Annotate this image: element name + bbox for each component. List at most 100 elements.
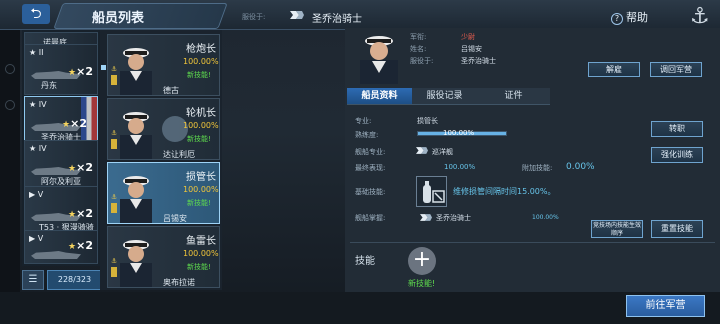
- anchor-icon: ⚓: [111, 129, 118, 137]
- anchor-icon: ⚓: [111, 257, 118, 265]
- ship-class-icon: [290, 11, 304, 19]
- rank-ribbon-icon: [111, 267, 117, 277]
- ship-crew-count: ★×2: [68, 239, 93, 252]
- specialty-label: 专业:: [355, 117, 372, 125]
- page-title: 船员列表: [92, 11, 145, 26]
- rank-ribbon-icon: [111, 75, 117, 85]
- job-change-button[interactable]: 转职: [651, 121, 703, 137]
- ship-mastery-label: 舰船掌握:: [355, 214, 386, 222]
- side-dot: [5, 64, 15, 74]
- crew-role: 轮机长: [186, 108, 216, 119]
- proficiency-value: 100.00%: [443, 129, 475, 137]
- ship-class-icon: [420, 214, 432, 221]
- crew-proficiency: 100.00%: [183, 121, 219, 130]
- add-skill-button[interactable]: +: [408, 247, 436, 275]
- max-performance-label: 最终表现:: [355, 164, 386, 172]
- crew-portrait: [120, 176, 152, 223]
- anchor-icon: ⚓: [111, 65, 118, 73]
- ship-crew-count: ★×2: [68, 207, 93, 220]
- ship-tier: ▶ V: [29, 190, 44, 199]
- plus-icon: +: [412, 247, 432, 272]
- service-value: 圣乔治骑士: [461, 57, 496, 65]
- ship-crew-count: ★×2: [62, 117, 87, 130]
- assign-value: 圣乔治骑士: [312, 14, 362, 25]
- extinguisher-icon: [423, 181, 445, 203]
- crew-portrait: [120, 240, 152, 287]
- crew-portrait: [120, 112, 152, 159]
- rank-ribbon-icon: [111, 203, 117, 213]
- ship-tier: ▶ V: [29, 234, 44, 243]
- train-button[interactable]: 强化训练: [651, 147, 703, 163]
- ship-tier: ★ II: [29, 48, 44, 57]
- skills-label: 技能: [355, 256, 375, 267]
- left-edge: [0, 0, 20, 324]
- crew-name: 奥布拉诺: [163, 278, 195, 287]
- crew-proficiency: 100.00%: [183, 185, 219, 194]
- skill-order-button[interactable]: 竞技场内技能生效顺序: [591, 220, 643, 238]
- tab-certificates[interactable]: 证件: [477, 88, 550, 105]
- base-skill-desc: 维修损管间隔时间15.00%。: [453, 187, 556, 196]
- dismiss-button[interactable]: 解雇: [588, 62, 640, 77]
- ship-card[interactable]: ▶ V ★×2: [24, 230, 98, 264]
- name-value: 吕锡安: [461, 45, 482, 53]
- ship-spec-label: 舰船专业:: [355, 148, 386, 156]
- name-label: 姓名:: [410, 45, 427, 53]
- proficiency-label: 熟练度:: [355, 131, 379, 139]
- anchor-icon: ⚓: [690, 4, 710, 29]
- tab-crew-info[interactable]: 船员资料: [347, 88, 412, 105]
- ship-crew-count: ★×2: [68, 65, 93, 78]
- ship-tier: ★ IV: [29, 100, 47, 109]
- ship-mastery-pct: 100.00%: [532, 214, 559, 221]
- crew-new-skill: 新技能!: [187, 71, 211, 79]
- ship-card[interactable]: ★ II ★×2 丹东: [24, 44, 98, 95]
- base-skill-label: 基础技能:: [355, 188, 386, 196]
- help-button[interactable]: ? 帮助: [611, 9, 648, 25]
- specialty-value: 损管长: [417, 117, 438, 125]
- reset-skill-button[interactable]: 重置技能: [651, 220, 703, 238]
- damage-control-skill-icon: [416, 176, 447, 207]
- ship-count: 228/323: [47, 270, 102, 290]
- list-icon: ☰: [28, 274, 38, 285]
- rank-ribbon-icon: [111, 139, 117, 149]
- side-dot: [5, 100, 15, 110]
- crew-new-skill: 新技能!: [187, 199, 211, 207]
- rank-label: 军衔:: [410, 33, 427, 41]
- ship-name: 丹东: [41, 81, 57, 90]
- divider: [350, 242, 715, 243]
- bonus-skill-label: 附加技能:: [522, 164, 553, 172]
- assign-label: 服役于:: [242, 13, 266, 21]
- list-menu-button[interactable]: ☰: [22, 270, 44, 290]
- crew-name: 德古: [163, 86, 179, 95]
- go-barracks-button[interactable]: 前往军营: [626, 295, 705, 317]
- crew-role: 损管长: [186, 172, 216, 183]
- service-label: 服役于:: [410, 57, 434, 65]
- ship-card[interactable]: ★ IV ★×2 阿尔及利亚: [24, 140, 98, 191]
- help-icon: ?: [611, 13, 623, 25]
- transfer-button[interactable]: 调回军营: [650, 62, 702, 77]
- bonus-skill-value: 0.00%: [566, 162, 595, 172]
- crew-role: 枪炮长: [186, 44, 216, 55]
- crew-proficiency: 100.00%: [183, 249, 219, 258]
- tab-service-record[interactable]: 服役记录: [412, 88, 477, 105]
- selection-indicator: [101, 65, 106, 70]
- ship-tier: ★ IV: [29, 144, 47, 153]
- back-button[interactable]: ⮌: [22, 4, 50, 24]
- crew-portrait: [120, 48, 152, 95]
- crew-new-skill: 新技能!: [187, 263, 211, 271]
- bottom-bar: [0, 292, 720, 324]
- crew-card[interactable]: ⚓ 枪炮长 100.00% 新技能! 德古: [107, 34, 220, 96]
- ship-crew-count: ★×2: [68, 161, 93, 174]
- crew-name: 达让利厄: [163, 150, 195, 159]
- ship-list: 诺曼底 ★ II ★×2 丹东 ★ IV ★×2 圣乔治骑士 ★ IV ★×2 …: [22, 30, 100, 266]
- crew-proficiency: 100.00%: [183, 57, 219, 66]
- cruiser-icon: [416, 147, 428, 154]
- rank-value: 少尉: [461, 33, 475, 41]
- crew-card[interactable]: ⚓ 轮机长 100.00% 新技能! 达让利厄: [107, 98, 220, 160]
- crew-card[interactable]: ⚓ 鱼雷长 100.00% 新技能! 奥布拉诺: [107, 226, 220, 288]
- crew-card-selected[interactable]: ⚓ 损管长 100.00% 新技能! 吕锡安: [107, 162, 220, 224]
- new-skill-label: 新技能!: [408, 279, 436, 288]
- crew-role: 鱼雷长: [186, 236, 216, 247]
- ship-mastery-name: 圣乔治骑士: [436, 214, 471, 222]
- help-label: 帮助: [626, 11, 648, 24]
- ship-hull-icon: [31, 251, 81, 259]
